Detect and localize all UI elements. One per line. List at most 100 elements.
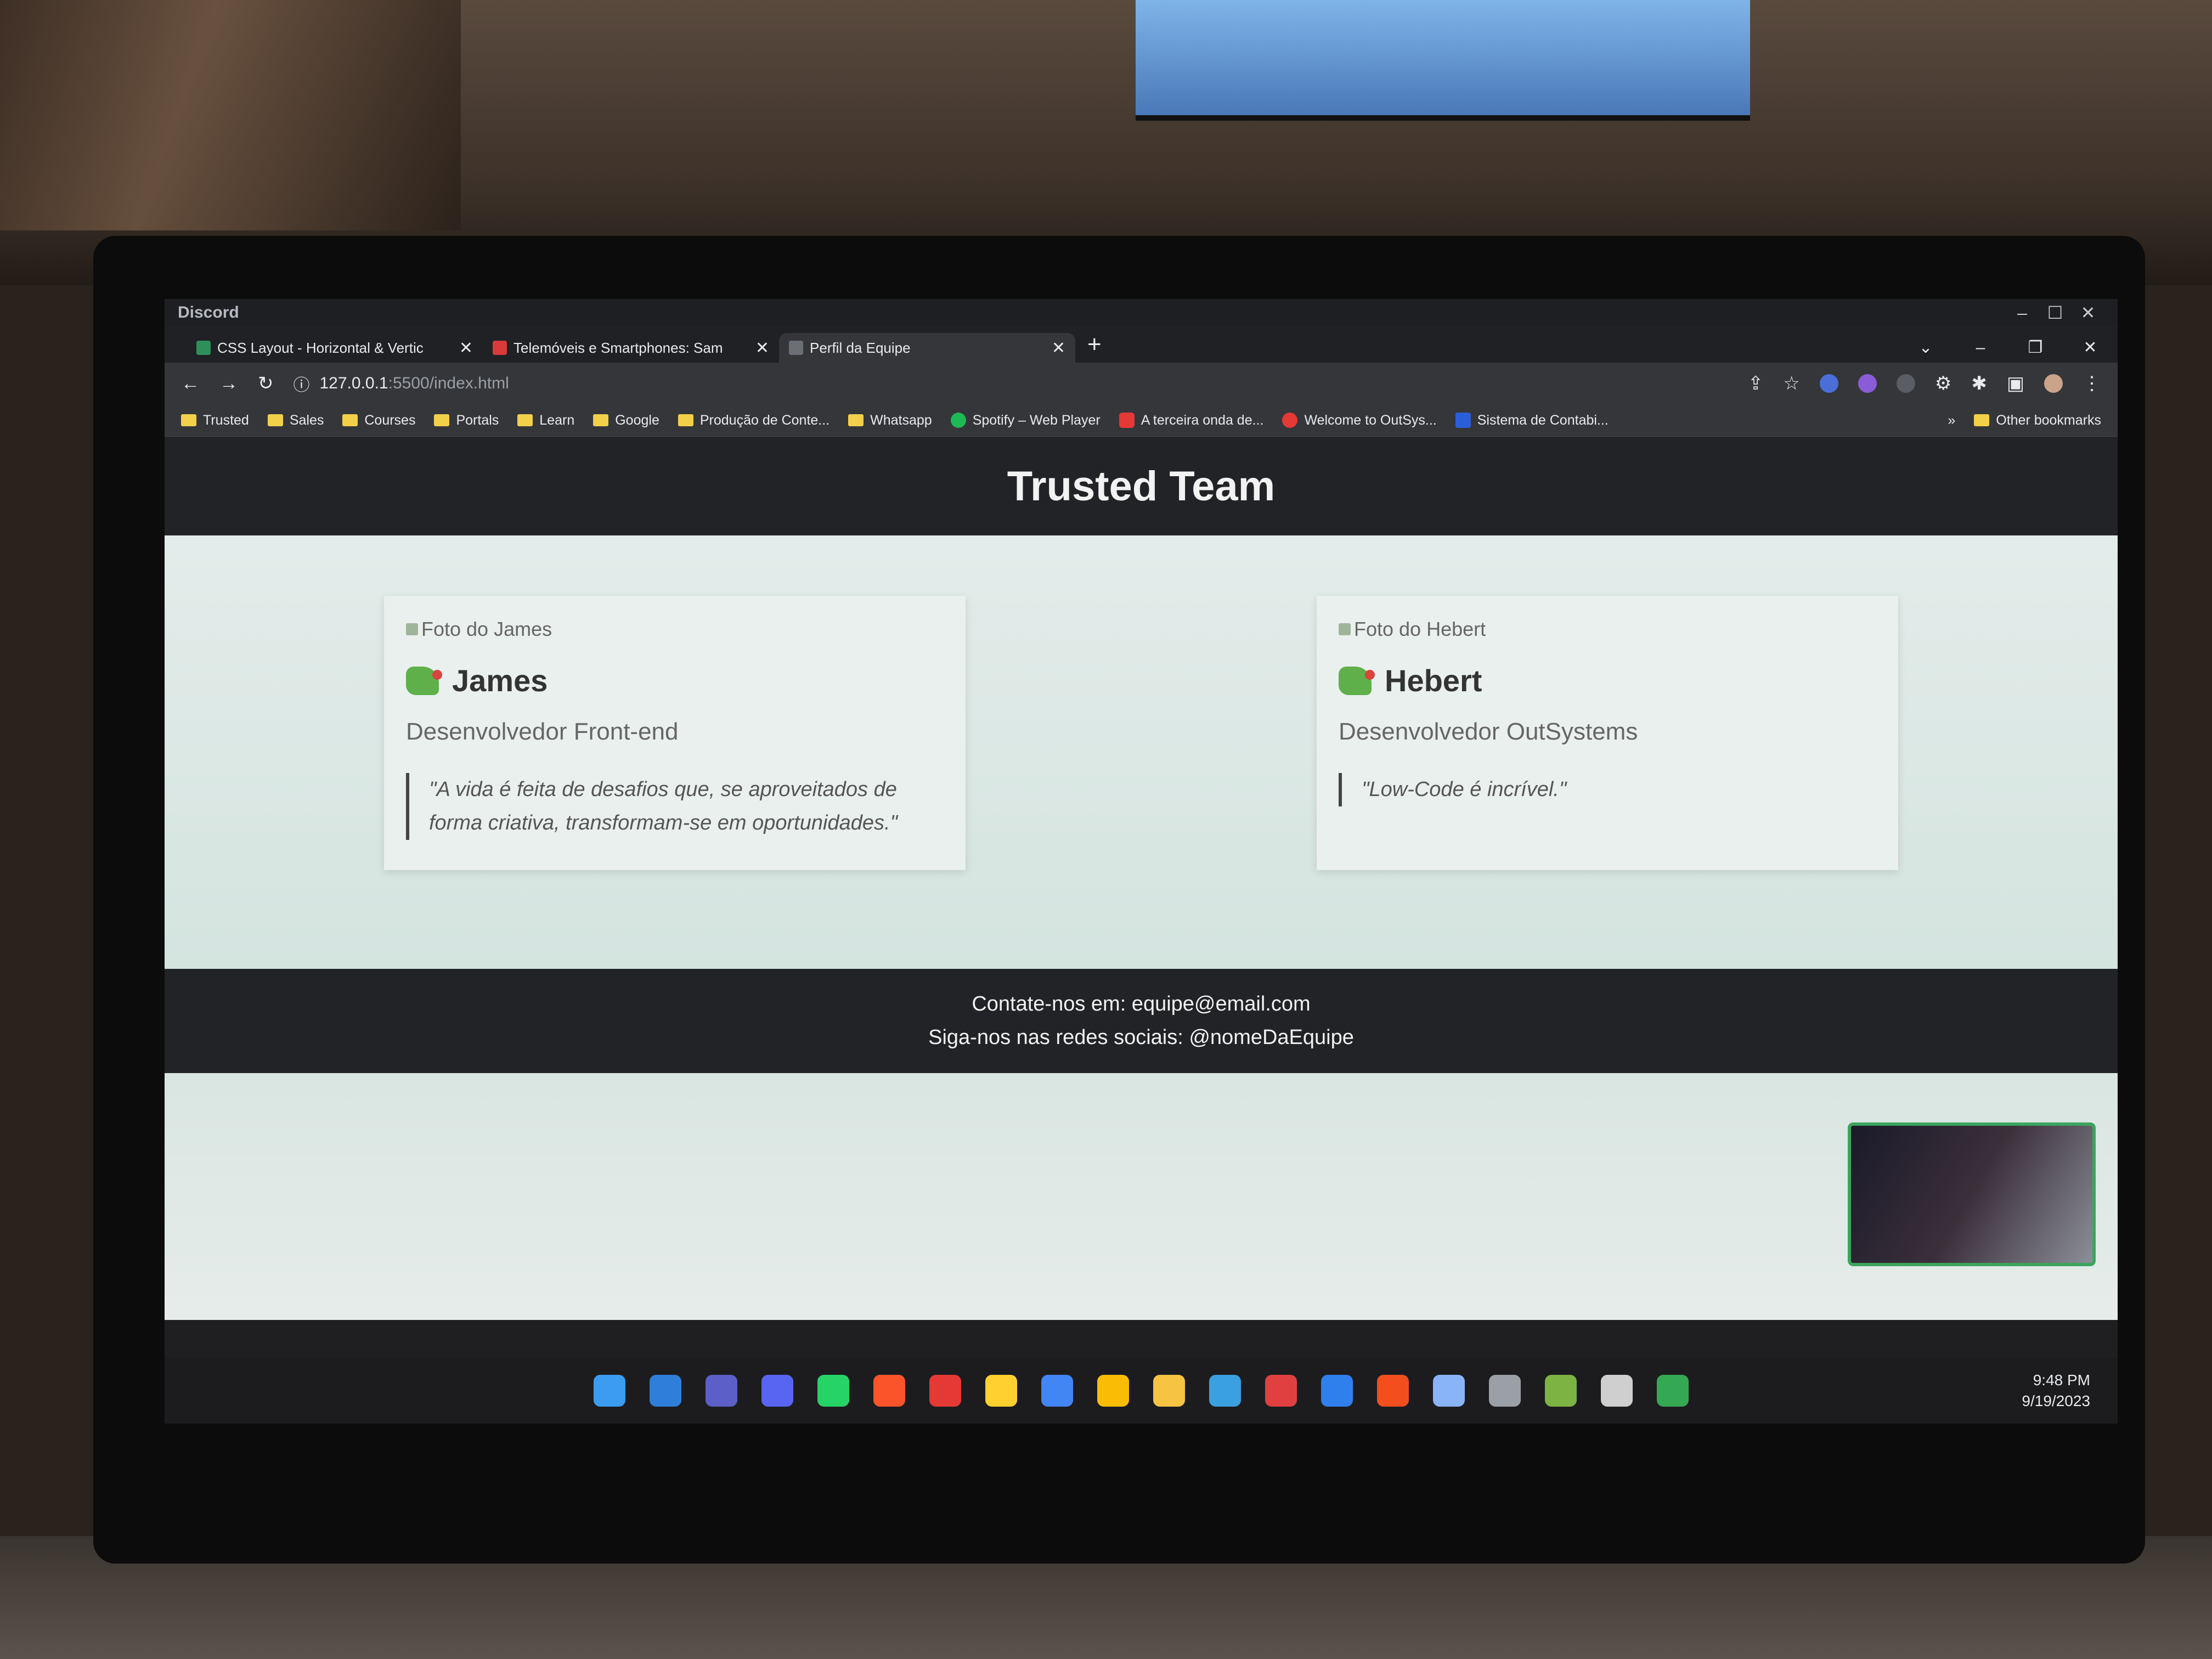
maximize-icon[interactable]: ☐ [2039,302,2072,323]
tab-search-icon[interactable]: ⌄ [1898,338,1953,363]
windows-start-icon[interactable] [594,1375,625,1407]
tab-close-icon[interactable]: ✕ [459,338,473,358]
tab-favicon-icon [196,341,211,355]
bookmark-google[interactable]: Google [593,413,659,428]
bookmark-label: Google [615,412,659,428]
site-info-icon[interactable]: ⓘ [294,371,310,396]
bookmark-label: Welcome to OutSys... [1304,412,1437,428]
tab-title: CSS Layout - Horizontal & Vertic [217,339,424,356]
miro-icon[interactable] [985,1375,1017,1407]
forward-arrow-icon[interactable]: → [219,373,238,394]
folder-icon [1974,414,1990,426]
bookmark-sistema-contabil[interactable]: Sistema de Contabi... [1455,413,1609,428]
discord-icon[interactable] [761,1375,793,1407]
bookmark-spotify[interactable]: Spotify – Web Player [950,413,1101,428]
address-bar[interactable]: ⓘ 127.0.0.1:5500/index.html [294,369,1728,398]
screen-recorder-icon[interactable] [929,1375,961,1407]
side-panel-icon[interactable]: ▣ [2007,373,2024,394]
clock-time: 9:48 PM [2033,1372,2090,1389]
system-clock[interactable]: 9:48 PM 9/19/2023 [2022,1370,2090,1412]
extension-icon[interactable] [1896,374,1915,393]
profile-avatar[interactable] [2044,374,2063,393]
member-quote: "A vida é feita de desafios que, se apro… [406,773,944,840]
bookmark-courses[interactable]: Courses [342,413,415,428]
extension-icon[interactable] [1819,374,1838,393]
chrome-dev-icon[interactable] [1041,1375,1073,1407]
broken-image-icon [406,623,418,635]
new-tab-button[interactable]: + [1075,331,1114,363]
chrome-profile-icon[interactable] [1657,1375,1689,1407]
bookmark-label: Other bookmarks [1996,412,2101,428]
obs-icon[interactable] [1601,1375,1633,1407]
brave-icon[interactable] [873,1375,905,1407]
outsystems-studio-icon[interactable] [1433,1375,1465,1407]
bookmark-outsystems[interactable]: Welcome to OutSys... [1282,412,1437,428]
cloud-icon[interactable] [1265,1375,1297,1407]
extensions-puzzle-icon[interactable]: ✱ [1971,373,1987,394]
notepad-icon[interactable] [1545,1375,1577,1407]
photo-alt-text: Foto do Hebert [1354,618,1486,640]
member-card-hebert: Foto do Hebert Hebert Desenvolvedor OutS… [1317,596,1898,870]
site-header: Trusted Team [165,437,2118,535]
chrome-icon[interactable] [1097,1375,1129,1407]
url-host: 127.0.0.1 [319,374,388,392]
tab-favicon-icon [789,341,803,355]
bookmark-label: Trusted [203,412,249,428]
menu-kebab-icon[interactable]: ⋮ [2083,373,2101,394]
paint-icon[interactable] [1209,1375,1241,1407]
member-name-row: James [406,663,944,698]
broken-image-icon [1339,623,1351,635]
file-explorer-icon[interactable] [1153,1375,1185,1407]
bookmark-whatsapp[interactable]: Whatsapp [848,413,932,428]
tab-telemoveis[interactable]: Telemóveis e Smartphones: Sam ✕ [483,333,779,363]
tab-title: Perfil da Equipe [810,339,911,356]
browser-close-icon[interactable]: ✕ [2063,338,2118,363]
tab-close-icon[interactable]: ✕ [1052,338,1065,358]
whatsapp-icon[interactable] [817,1375,849,1407]
tab-title: Telemóveis e Smartphones: Sam [514,339,723,356]
folder-icon [434,414,450,426]
browser-restore-icon[interactable]: ❐ [2008,338,2063,363]
teams-icon[interactable] [706,1375,737,1407]
web-page: Trusted Team Foto do James James Desenvo… [165,437,2118,1320]
n-icon [1455,413,1471,428]
vscode-icon[interactable] [1321,1375,1353,1407]
bookmark-portals[interactable]: Portals [434,413,499,428]
contact-text: Contate-nos em: equipe@email.com [972,992,1311,1015]
figma-icon[interactable] [1377,1375,1409,1407]
tab-css-layout[interactable]: CSS Layout - Horizontal & Vertic ✕ [187,333,483,363]
clock-date: 9/19/2023 [2022,1392,2090,1409]
bookmark-label: Sales [289,412,324,428]
webcam-overlay[interactable] [1848,1122,2096,1266]
share-icon[interactable]: ⇪ [1748,373,1764,394]
bookmark-star-icon[interactable]: ☆ [1783,373,1799,394]
laptop-screen: Discord – ☐ ✕ CSS Layout - Horizontal & … [165,299,2118,1424]
bookmark-learn[interactable]: Learn [517,413,574,428]
member-role: Desenvolvedor Front-end [406,718,679,745]
page-empty-area [165,1073,2118,1320]
bookmarks-bar: Trusted Sales Courses Portals Learn Goog… [165,404,2118,437]
calendar-icon[interactable] [650,1375,681,1407]
app-title: Discord [178,303,239,321]
tab-strip: CSS Layout - Horizontal & Vertic ✕ Telem… [165,326,2118,363]
close-icon[interactable]: ✕ [2072,302,2104,323]
app-icon[interactable] [1489,1375,1521,1407]
tab-close-icon[interactable]: ✕ [755,338,769,358]
bookmark-producao[interactable]: Produção de Conte... [678,413,830,428]
folder-icon [267,414,283,426]
bookmark-sales[interactable]: Sales [267,412,324,428]
bookmark-trusted[interactable]: Trusted [181,413,249,428]
tab-perfil-da-equipe[interactable]: Perfil da Equipe ✕ [779,333,1075,363]
extension-icon[interactable] [1858,374,1877,393]
bookmark-terceira-onda[interactable]: A terceira onda de... [1119,413,1263,428]
url-path: :5500/index.html [388,374,509,392]
reload-icon[interactable]: ↻ [258,373,274,394]
back-arrow-icon[interactable]: ← [181,373,200,394]
settings-gear-icon[interactable]: ⚙ [1935,373,1951,394]
more-bookmarks-chevron[interactable]: » [1948,413,1955,428]
browser-minimize-icon[interactable]: – [1953,338,2008,363]
minimize-icon[interactable]: – [2006,303,2039,323]
page-title: Trusted Team [1007,462,1276,510]
outsystems-icon [1282,413,1298,428]
other-bookmarks[interactable]: Other bookmarks [1974,413,2101,428]
